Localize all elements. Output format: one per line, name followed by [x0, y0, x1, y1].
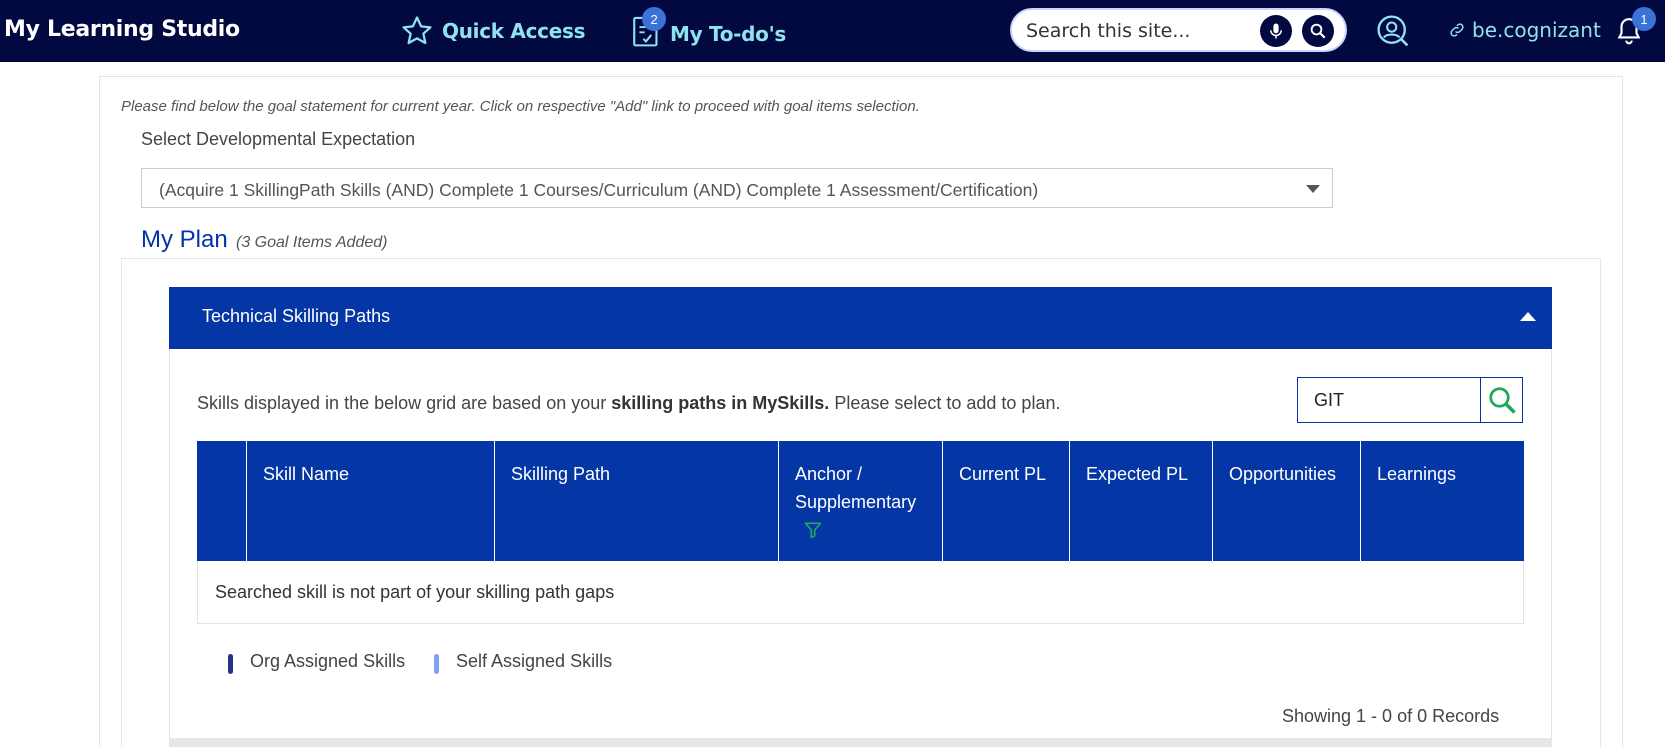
skill-search-box — [1297, 377, 1523, 423]
grid-description: Skills displayed in the below grid are b… — [197, 393, 1060, 414]
developmental-expectation-select[interactable]: (Acquire 1 SkillingPath Skills (AND) Com… — [141, 168, 1333, 208]
be-cognizant-label: be.cognizant — [1472, 18, 1601, 42]
my-todos-link[interactable]: 2 My To-do's — [630, 7, 787, 53]
skill-search-button[interactable] — [1482, 378, 1522, 422]
todo-icon-wrapper: 2 — [630, 7, 670, 53]
records-count: Showing 1 - 0 of 0 Records — [1282, 706, 1500, 726]
legend-self-assigned: Self Assigned Skills — [434, 648, 612, 674]
column-header-current-pl[interactable]: Current PL — [942, 441, 1069, 561]
top-navigation-bar: My Learning Studio Quick Access 2 My To-… — [0, 0, 1665, 62]
column-header-skill-name[interactable]: Skill Name — [246, 441, 494, 561]
column-header-anchor-supplementary[interactable]: Anchor / Supplementary — [778, 441, 942, 561]
skills-table-body: Searched skill is not part of your skill… — [197, 561, 1524, 624]
my-plan-title: My Plan — [141, 226, 228, 253]
be-cognizant-link[interactable]: be.cognizant — [1448, 18, 1601, 42]
legend-self-label: Self Assigned Skills — [456, 650, 613, 671]
voice-search-button[interactable] — [1260, 15, 1292, 47]
site-search-input[interactable] — [1026, 20, 1256, 42]
todo-count-badge: 2 — [642, 7, 666, 31]
section-title: Technical Skilling Paths — [202, 306, 391, 326]
star-icon — [402, 16, 432, 45]
developmental-expectation-label: Select Developmental Expectation — [141, 129, 416, 149]
column-header-expected-pl[interactable]: Expected PL — [1069, 441, 1212, 561]
anchor-column-label: Anchor / Supplementary — [795, 464, 917, 512]
legend-org-assigned: Org Assigned Skills — [228, 648, 405, 674]
empty-result-message: Searched skill is not part of your skill… — [215, 582, 615, 602]
grid-description-bold: skilling paths in MySkills. — [611, 393, 830, 413]
section-footer-strip — [169, 738, 1552, 747]
link-icon — [1450, 23, 1464, 37]
collapse-arrow-icon[interactable] — [1520, 312, 1536, 321]
dropdown-caret-icon — [1306, 185, 1320, 193]
select-column-header — [197, 441, 246, 561]
filter-icon[interactable] — [803, 520, 823, 540]
notification-count-badge: 1 — [1632, 7, 1656, 31]
grid-description-suffix: Please select to add to plan. — [829, 393, 1061, 413]
org-assigned-color-bar — [228, 654, 233, 674]
skills-table-header: Skill Name Skilling Path Anchor / Supple… — [197, 441, 1524, 561]
grid-description-text: Skills displayed in the below grid are b… — [197, 393, 612, 413]
search-icon — [1489, 387, 1516, 414]
technical-skilling-paths-header[interactable]: Technical Skilling Paths — [169, 287, 1552, 349]
my-todos-label: My To-do's — [670, 21, 787, 46]
user-search-icon[interactable] — [1376, 14, 1410, 53]
developmental-expectation-value: (Acquire 1 SkillingPath Skills (AND) Com… — [159, 180, 1039, 200]
site-search-box — [1010, 8, 1347, 52]
site-search-button[interactable] — [1302, 15, 1334, 47]
self-assigned-color-bar — [434, 654, 439, 674]
legend-org-label: Org Assigned Skills — [250, 650, 406, 671]
quick-access-link[interactable]: Quick Access — [400, 14, 585, 48]
column-header-opportunities[interactable]: Opportunities — [1212, 441, 1360, 561]
column-header-skilling-path[interactable]: Skilling Path — [494, 441, 778, 561]
column-header-learnings[interactable]: Learnings — [1360, 441, 1524, 561]
my-plan-goal-count: (3 Goal Items Added) — [236, 234, 388, 251]
quick-access-label: Quick Access — [442, 19, 586, 43]
app-brand-title[interactable]: My Learning Studio — [4, 17, 240, 42]
microphone-icon — [1270, 23, 1282, 39]
goal-instruction-note: Please find below the goal statement for… — [121, 98, 920, 115]
skill-search-input[interactable] — [1298, 378, 1481, 422]
search-icon — [1310, 23, 1326, 39]
